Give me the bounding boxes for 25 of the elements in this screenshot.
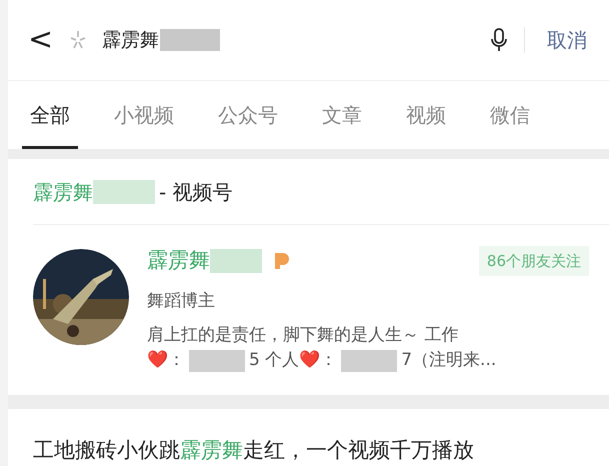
back-button[interactable]: < — [28, 24, 52, 55]
redaction-block — [160, 28, 220, 51]
tab[interactable]: 公众号 — [218, 100, 278, 130]
section-title: 霹雳舞 — [33, 178, 93, 206]
tab[interactable]: 文章 — [322, 100, 362, 130]
search-field[interactable]: 霹雳舞 — [102, 26, 159, 54]
account-category: 舞蹈博主 — [147, 290, 216, 314]
redaction-block — [341, 350, 398, 372]
bio-text: 5 个人❤： — [249, 349, 338, 372]
bio-text: 肩上扛的是责任，脚下舞的是人生～ 工作 — [147, 324, 460, 347]
tab[interactable]: 视频 — [406, 100, 446, 130]
section-title: - 视频号 — [159, 178, 233, 206]
article-title[interactable]: 工地搬砖小伙跳霹雳舞走红，一个视频千万播放 — [8, 408, 609, 466]
account-name[interactable]: 霹雳舞 — [147, 245, 210, 277]
bio-text: 7（注明来... — [401, 349, 496, 372]
redaction-block — [210, 249, 262, 274]
cancel-button[interactable]: 取消 — [547, 24, 587, 55]
badge-icon — [272, 251, 290, 272]
tab[interactable]: 全部 — [30, 100, 70, 130]
bio-text: ❤： — [147, 349, 185, 372]
tab[interactable]: 小视频 — [114, 100, 174, 130]
redaction-block — [189, 350, 245, 372]
microphone-icon[interactable] — [490, 26, 508, 53]
tab[interactable]: 微信 — [490, 100, 530, 130]
followers-badge: 86个朋友关注 — [478, 246, 589, 276]
